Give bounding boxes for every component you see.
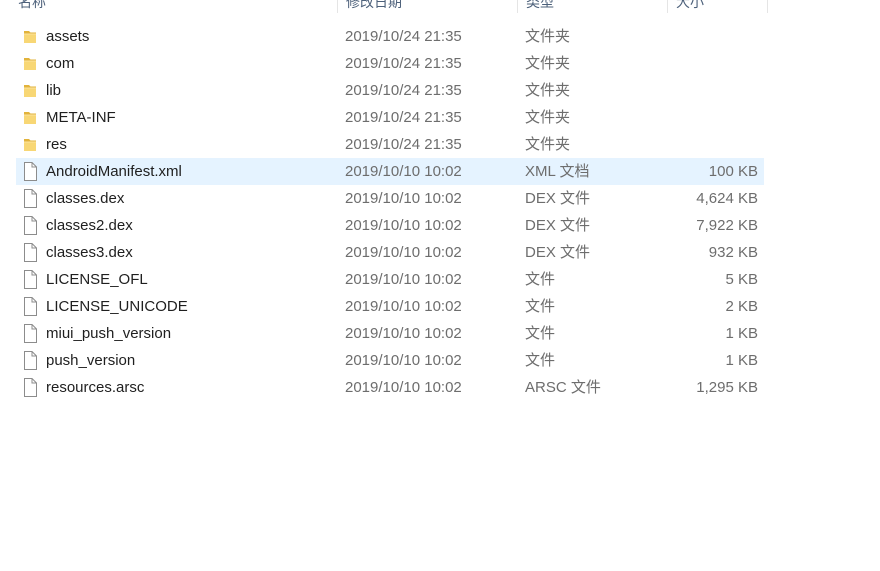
file-name: LICENSE_UNICODE (46, 298, 188, 315)
file-date-modified: 2019/10/10 10:02 (345, 379, 462, 396)
file-size: 1,295 KB (696, 379, 758, 396)
file-date-modified: 2019/10/10 10:02 (345, 244, 462, 261)
file-row[interactable]: lib 2019/10/24 21:35 文件夹 (0, 77, 880, 104)
file-row[interactable]: classes3.dex 2019/10/10 10:02 DEX 文件 932 KB (0, 239, 880, 266)
column-header: 名称 修改日期 类型 大小 (0, 0, 768, 13)
file-name: assets (46, 28, 90, 45)
file-type: ARSC 文件 (525, 379, 601, 396)
folder-icon (22, 27, 38, 46)
column-header-name[interactable]: 名称 (0, 0, 338, 13)
file-name: res (46, 136, 67, 153)
file-type: 文件夹 (525, 109, 571, 126)
file-row[interactable]: AndroidManifest.xml 2019/10/10 10:02 XML 文… (0, 158, 880, 185)
file-icon (22, 297, 38, 316)
file-name: AndroidManifest.xml (46, 163, 182, 180)
file-row[interactable]: META-INF 2019/10/24 21:35 文件夹 (0, 104, 880, 131)
file-type: 文件 (525, 298, 556, 315)
file-name: classes2.dex (46, 217, 133, 234)
file-date-modified: 2019/10/10 10:02 (345, 352, 462, 369)
file-icon (22, 378, 38, 397)
file-icon (22, 216, 38, 235)
file-date-modified: 2019/10/10 10:02 (345, 217, 462, 234)
file-type: 文件夹 (525, 82, 571, 99)
folder-icon (22, 135, 38, 154)
file-row[interactable]: com 2019/10/24 21:35 文件夹 (0, 50, 880, 77)
file-row[interactable]: classes.dex 2019/10/10 10:02 DEX 文件 4,624 K… (0, 185, 880, 212)
file-name: classes.dex (46, 190, 125, 207)
column-header-type[interactable]: 类型 (518, 0, 668, 13)
file-row[interactable]: resources.arsc 2019/10/10 10:02 ARSC 文件 1,2… (0, 374, 880, 401)
column-header-size[interactable]: 大小 (668, 0, 768, 13)
file-row[interactable]: classes2.dex 2019/10/10 10:02 DEX 文件 7,922 … (0, 212, 880, 239)
file-type: DEX 文件 (525, 244, 591, 261)
folder-icon (22, 54, 38, 73)
file-date-modified: 2019/10/10 10:02 (345, 325, 462, 342)
file-size: 7,922 KB (696, 217, 758, 234)
file-size: 2 KB (725, 298, 758, 315)
file-name: lib (46, 82, 62, 99)
file-icon (22, 162, 38, 181)
file-name: LICENSE_OFL (46, 271, 148, 288)
file-date-modified: 2019/10/24 21:35 (345, 28, 462, 45)
file-size: 1 KB (725, 352, 758, 369)
file-date-modified: 2019/10/10 10:02 (345, 163, 462, 180)
file-name: miui_push_version (46, 325, 172, 342)
folder-icon (22, 108, 38, 127)
file-date-modified: 2019/10/10 10:02 (345, 298, 462, 315)
file-date-modified: 2019/10/24 21:35 (345, 136, 462, 153)
file-size: 932 KB (708, 244, 758, 261)
file-type: 文件夹 (525, 28, 571, 45)
file-type: 文件夹 (525, 55, 571, 72)
file-type: 文件 (525, 271, 556, 288)
file-name: META-INF (46, 109, 116, 126)
file-icon (22, 243, 38, 262)
file-row[interactable]: LICENSE_UNICODE 2019/10/10 10:02 文件 2 KB (0, 293, 880, 320)
file-row[interactable]: push_version 2019/10/10 10:02 文件 1 KB (0, 347, 880, 374)
folder-icon (22, 81, 38, 100)
file-row[interactable]: res 2019/10/24 21:35 文件夹 (0, 131, 880, 158)
file-date-modified: 2019/10/10 10:02 (345, 271, 462, 288)
file-type: DEX 文件 (525, 190, 591, 207)
file-date-modified: 2019/10/24 21:35 (345, 55, 462, 72)
file-type: 文件 (525, 325, 556, 342)
file-type: XML 文档 (525, 163, 590, 180)
file-size: 4,624 KB (696, 190, 758, 207)
file-icon (22, 351, 38, 370)
file-row[interactable]: LICENSE_OFL 2019/10/10 10:02 文件 5 KB (0, 266, 880, 293)
file-size: 1 KB (725, 325, 758, 342)
file-row[interactable]: miui_push_version 2019/10/10 10:02 文件 1 KB (0, 320, 880, 347)
file-icon (22, 270, 38, 289)
file-row[interactable]: assets 2019/10/24 21:35 文件夹 (0, 23, 880, 50)
file-date-modified: 2019/10/24 21:35 (345, 82, 462, 99)
file-icon (22, 324, 38, 343)
file-name: push_version (46, 352, 136, 369)
file-type: DEX 文件 (525, 217, 591, 234)
file-explorer-window: 名称 修改日期 类型 大小 assets 2019/10/24 21:35 文件夹 c… (0, 0, 880, 571)
column-header-date-modified[interactable]: 修改日期 (338, 0, 518, 13)
file-date-modified: 2019/10/24 21:35 (345, 109, 462, 126)
file-name: resources.arsc (46, 379, 145, 396)
file-date-modified: 2019/10/10 10:02 (345, 190, 462, 207)
file-list: assets 2019/10/24 21:35 文件夹 com 2019/10/24 2… (0, 23, 880, 401)
file-name: classes3.dex (46, 244, 133, 261)
file-size: 100 KB (708, 163, 758, 180)
file-type: 文件夹 (525, 136, 571, 153)
file-name: com (46, 55, 75, 72)
file-type: 文件 (525, 352, 556, 369)
file-size: 5 KB (725, 271, 758, 288)
file-icon (22, 189, 38, 208)
